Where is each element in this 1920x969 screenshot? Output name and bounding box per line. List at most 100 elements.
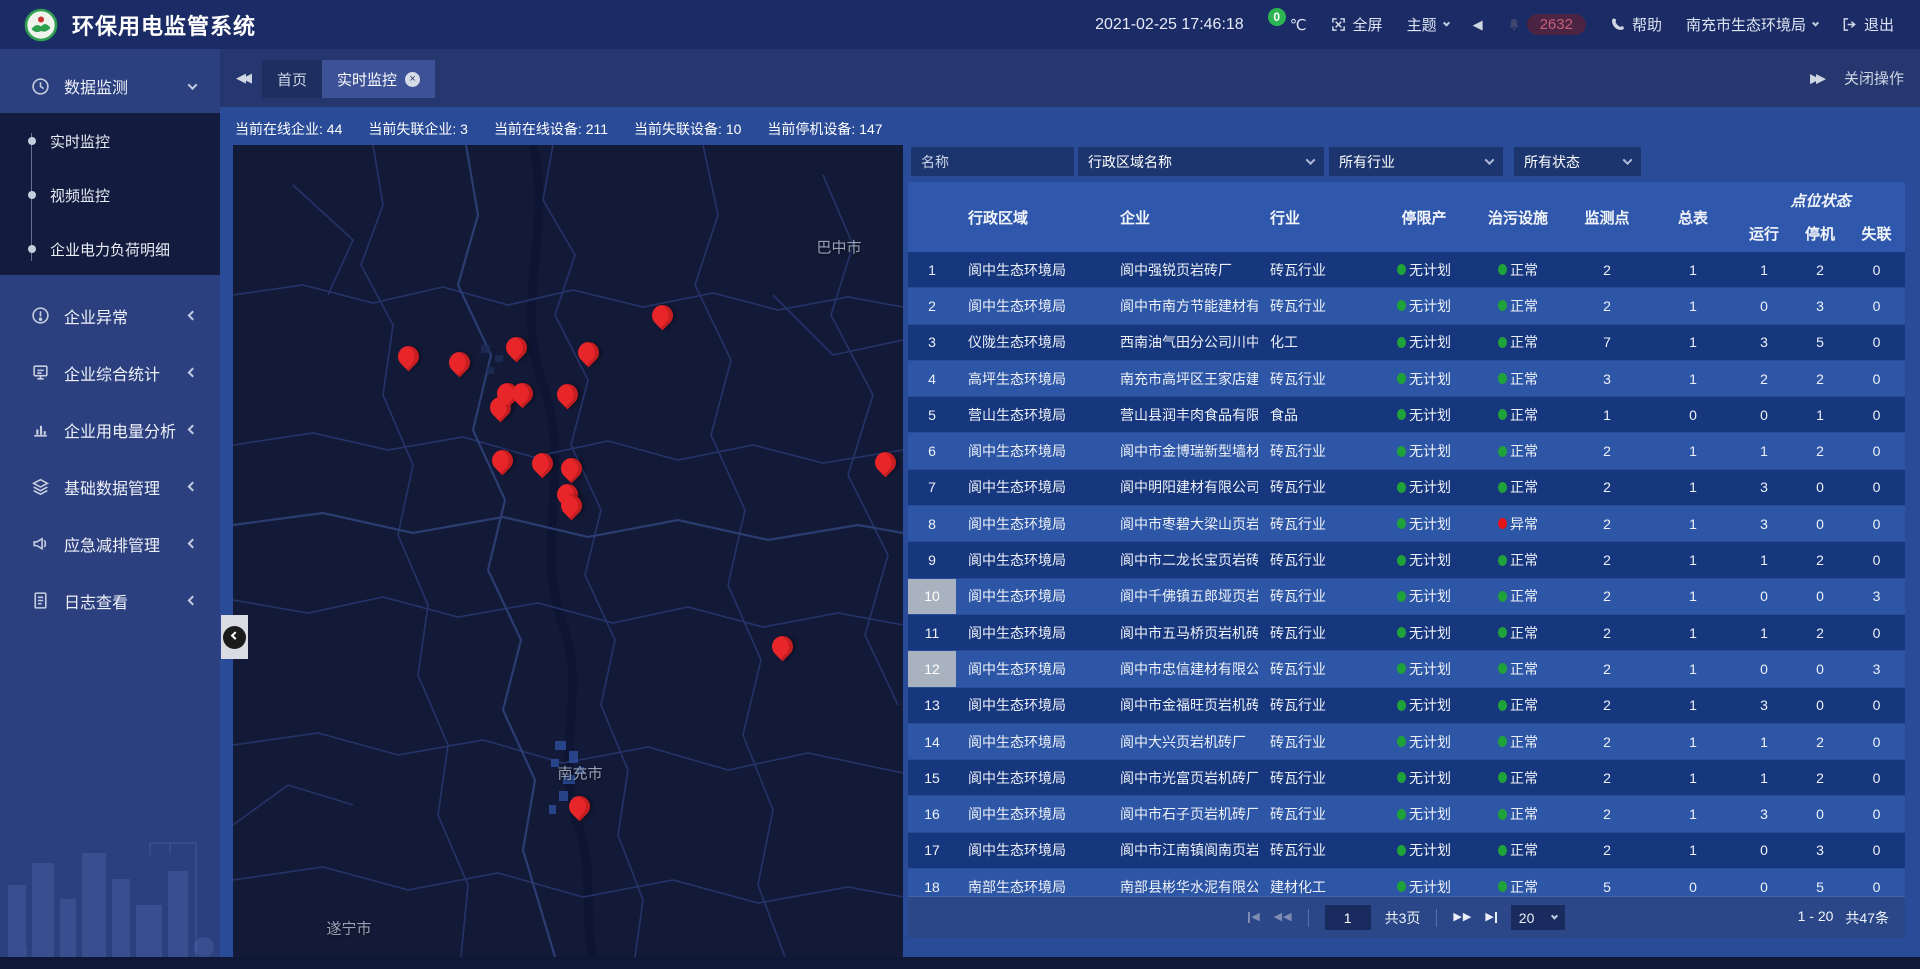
chevron-down-icon — [1623, 155, 1633, 165]
cell-row-number: 8 — [908, 506, 956, 541]
cell-offline: 3 — [1848, 579, 1905, 614]
sidebar-item-enterprise-abnormal[interactable]: 企业异常 — [0, 287, 220, 344]
sidebar-subitem[interactable]: 企业电力负荷明细 — [0, 222, 220, 276]
column-running: 运行 — [1736, 223, 1792, 244]
cell-industry: 砖瓦行业 — [1258, 506, 1376, 541]
map-panel[interactable]: 巴中市南充市遂宁市 — [233, 145, 903, 957]
status-dot-green — [1498, 555, 1507, 566]
region-filter-select[interactable]: 行政区域名称 — [1078, 147, 1324, 176]
prev-page-button[interactable]: ◀◀ — [1274, 912, 1292, 923]
cell-offline: 0 — [1848, 688, 1905, 723]
industry-filter-select[interactable]: 所有行业 — [1329, 147, 1503, 176]
table-row[interactable]: 2阆中生态环境局阆中市南方节能建材有砖瓦行业无计划正常21030 — [908, 288, 1905, 323]
table-row[interactable]: 15阆中生态环境局阆中市光富页岩机砖厂砖瓦行业无计划正常21120 — [908, 760, 1905, 795]
table-row[interactable]: 5营山生态环境局营山县润丰肉食品有限食品无计划正常10010 — [908, 397, 1905, 432]
table-row[interactable]: 9阆中生态环境局阆中市二龙长宝页岩砖砖瓦行业无计划正常21120 — [908, 542, 1905, 577]
status-filter-select[interactable]: 所有状态 — [1514, 147, 1641, 176]
total-pages-label: 共3页 — [1385, 908, 1421, 928]
megaphone-icon — [30, 534, 50, 554]
cell-facility: 正常 — [1472, 869, 1564, 896]
mute-speaker-icon[interactable]: ◀ — [1473, 17, 1483, 33]
sidebar-subitem[interactable]: 视频监控 — [0, 168, 220, 222]
app-root: 环保用电监管系统 2021-02-25 17:46:18 0 ℃ 全屏 主题 — [0, 0, 1920, 969]
tab-close-icon[interactable]: × — [405, 72, 420, 87]
status-dot-green — [1397, 700, 1406, 711]
cell-stopped: 5 — [1792, 869, 1848, 896]
theme-dropdown[interactable]: 主题 — [1407, 14, 1449, 35]
chevron-down-icon — [1551, 913, 1558, 920]
page-size-select[interactable]: 20 — [1511, 905, 1565, 930]
cell-production: 无计划 — [1376, 869, 1472, 896]
cell-offline: 0 — [1848, 542, 1905, 577]
tab-首页[interactable]: 首页 — [262, 60, 322, 98]
cell-region: 阆中生态环境局 — [956, 615, 1108, 650]
status-dot-green — [1397, 409, 1406, 420]
cell-region: 营山生态环境局 — [956, 397, 1108, 432]
cell-facility: 正常 — [1472, 796, 1564, 831]
table-row[interactable]: 3仪陇生态环境局西南油气田分公司川中化工无计划正常71350 — [908, 325, 1905, 360]
cell-region: 高坪生态环境局 — [956, 361, 1108, 396]
column-company: 企业 — [1108, 207, 1258, 228]
tabs-scroll-left-icon[interactable]: ◀◀ — [236, 70, 252, 86]
table-row[interactable]: 7阆中生态环境局阆中明阳建材有限公司砖瓦行业无计划正常21300 — [908, 470, 1905, 505]
help-button[interactable]: 帮助 — [1610, 14, 1662, 35]
last-page-button[interactable]: ▶ — [1485, 912, 1496, 923]
cell-region: 南部生态环境局 — [956, 869, 1108, 896]
column-offline: 失联 — [1848, 223, 1905, 244]
cell-production: 无计划 — [1376, 325, 1472, 360]
table-row[interactable]: 4高坪生态环境局南充市高坪区王家店建砖瓦行业无计划正常31220 — [908, 361, 1905, 396]
cell-stopped: 0 — [1792, 651, 1848, 686]
sidebar-item-data-monitor[interactable]: 数据监测 — [0, 59, 220, 113]
page-number-input[interactable]: 1 — [1325, 905, 1371, 930]
user-dropdown[interactable]: 南充市生态环境局 — [1686, 14, 1818, 35]
table-row[interactable]: 6阆中生态环境局阆中市金博瑞新型墙材砖瓦行业无计划正常21120 — [908, 433, 1905, 468]
chevron-down-icon — [1812, 20, 1819, 27]
next-page-button[interactable]: ▶▶ — [1453, 912, 1471, 923]
app-title: 环保用电监管系统 — [72, 9, 256, 41]
table-row[interactable]: 14阆中生态环境局阆中大兴页岩机砖厂砖瓦行业无计划正常21120 — [908, 724, 1905, 759]
fullscreen-button[interactable]: 全屏 — [1331, 14, 1383, 35]
sidebar-item-base-data-management[interactable]: 基础数据管理 — [0, 458, 220, 515]
cell-region: 阆中生态环境局 — [956, 760, 1108, 795]
status-dot-green — [1397, 627, 1406, 638]
table-row[interactable]: 13阆中生态环境局阆中市金福旺页岩机砖砖瓦行业无计划正常21300 — [908, 688, 1905, 723]
cell-running: 1 — [1736, 724, 1792, 759]
cell-total-meters: 1 — [1650, 361, 1736, 396]
cell-stopped: 0 — [1792, 579, 1848, 614]
sidebar-item-enterprise-statistics[interactable]: 企业综合统计 — [0, 344, 220, 401]
cell-total-meters: 1 — [1650, 470, 1736, 505]
sidebar-item-emergency-reduction[interactable]: 应急减排管理 — [0, 515, 220, 572]
table-row[interactable]: 1阆中生态环境局阆中强锐页岩砖厂砖瓦行业无计划正常21120 — [908, 252, 1905, 287]
cell-company: 西南油气田分公司川中 — [1108, 325, 1258, 360]
status-dot-green — [1397, 337, 1406, 348]
status-dot-green — [1498, 264, 1507, 275]
sidebar-subitem-label: 企业电力负荷明细 — [50, 239, 170, 260]
notifications[interactable]: 2632 — [1507, 14, 1586, 35]
cell-running: 0 — [1736, 579, 1792, 614]
tab-实时监控[interactable]: 实时监控× — [322, 60, 435, 98]
logout-button[interactable]: 退出 — [1842, 14, 1894, 35]
status-dot-green — [1498, 337, 1507, 348]
table-row[interactable]: 18南部生态环境局南部县彬华水泥有限公建材化工无计划正常50050 — [908, 869, 1905, 896]
cell-production: 无计划 — [1376, 397, 1472, 432]
sidebar-subitem-label: 视频监控 — [50, 185, 110, 206]
close-operations-button[interactable]: 关闭操作 — [1844, 68, 1904, 89]
temperature-indicator: 0 ℃ — [1268, 16, 1307, 34]
table-row[interactable]: 12阆中生态环境局阆中市忠信建材有限公砖瓦行业无计划正常21003 — [908, 651, 1905, 686]
sidebar-subitem[interactable]: 实时监控 — [0, 114, 220, 168]
name-filter-input[interactable] — [911, 147, 1074, 176]
cell-company: 南部县彬华水泥有限公 — [1108, 869, 1258, 896]
sidebar-item-power-usage-analysis[interactable]: 企业用电量分析 — [0, 401, 220, 458]
sidebar-item-log-view[interactable]: 日志查看 — [0, 572, 220, 629]
table-row[interactable]: 11阆中生态环境局阆中市五马桥页岩机砖砖瓦行业无计划正常21120 — [908, 615, 1905, 650]
table-row[interactable]: 16阆中生态环境局阆中市石子页岩机砖厂砖瓦行业无计划正常21300 — [908, 796, 1905, 831]
cell-stopped: 2 — [1792, 542, 1848, 577]
cell-facility: 正常 — [1472, 542, 1564, 577]
table-row[interactable]: 17阆中生态环境局阆中市江南镇阆南页岩砖瓦行业无计划正常21030 — [908, 833, 1905, 868]
map-collapse-handle[interactable] — [221, 615, 248, 659]
table-row[interactable]: 10阆中生态环境局阆中千佛镇五郎垭页岩砖瓦行业无计划正常21003 — [908, 579, 1905, 614]
first-page-button[interactable]: ◀ — [1248, 912, 1259, 923]
tabs-scroll-right-icon[interactable]: ▶▶ — [1810, 70, 1826, 86]
cell-running: 0 — [1736, 397, 1792, 432]
table-row[interactable]: 8阆中生态环境局阆中市枣碧大梁山页岩砖瓦行业无计划异常21300 — [908, 506, 1905, 541]
